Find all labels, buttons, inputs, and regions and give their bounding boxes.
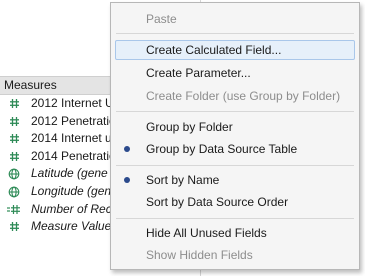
globe-icon: [7, 165, 21, 183]
menu-separator: [116, 33, 354, 34]
measure-hash-icon: [7, 148, 21, 166]
menu-item-create-folder[interactable]: Create Folder (use Group by Folder): [115, 86, 355, 106]
field-label: 2012 Internet U: [31, 96, 114, 110]
menu-separator: [116, 218, 354, 219]
menu-item-sort-by-name[interactable]: Sort by Name: [115, 170, 355, 190]
menu-item-hide-all-unused-fields[interactable]: Hide All Unused Fields: [115, 223, 355, 243]
radio-selected-icon: [124, 146, 130, 152]
menu-item-group-by-folder[interactable]: Group by Folder: [115, 117, 355, 137]
workspace: Measures 2012 Internet U 2012 Penetratio 2…: [0, 0, 365, 276]
measure-hash-icon: [7, 130, 21, 148]
menu-item-paste[interactable]: Paste: [115, 9, 355, 29]
globe-icon: [7, 183, 21, 201]
field-label: Number of Reco: [31, 201, 119, 216]
measure-hash-icon: [7, 95, 21, 113]
field-label: 2014 Penetratio: [31, 148, 116, 163]
menu-separator: [116, 165, 354, 166]
field-label: Latitude (gene: [31, 166, 108, 181]
measure-hash-equals-icon: [7, 201, 21, 219]
menu-item-group-by-data-source-table[interactable]: Group by Data Source Table: [115, 139, 355, 159]
field-label: 2014 Internet u: [31, 131, 112, 146]
radio-selected-icon: [124, 177, 130, 183]
menu-separator: [116, 111, 354, 112]
context-menu: Paste Create Calculated Field... Create …: [110, 2, 360, 270]
measure-hash-icon: [7, 218, 21, 236]
menu-item-create-calculated-field[interactable]: Create Calculated Field...: [115, 40, 355, 60]
menu-item-create-parameter[interactable]: Create Parameter...: [115, 63, 355, 83]
menu-item-show-hidden-fields[interactable]: Show Hidden Fields: [115, 245, 355, 265]
menu-item-sort-by-data-source-order[interactable]: Sort by Data Source Order: [115, 192, 355, 212]
measure-hash-icon: [7, 113, 21, 131]
menu-item-label: Group by Data Source Table: [146, 142, 298, 156]
field-label: 2012 Penetratio: [31, 113, 116, 128]
field-label: Longitude (gen: [31, 183, 112, 198]
field-label: Measure Value: [31, 219, 112, 234]
menu-item-label: Sort by Name: [146, 173, 220, 187]
